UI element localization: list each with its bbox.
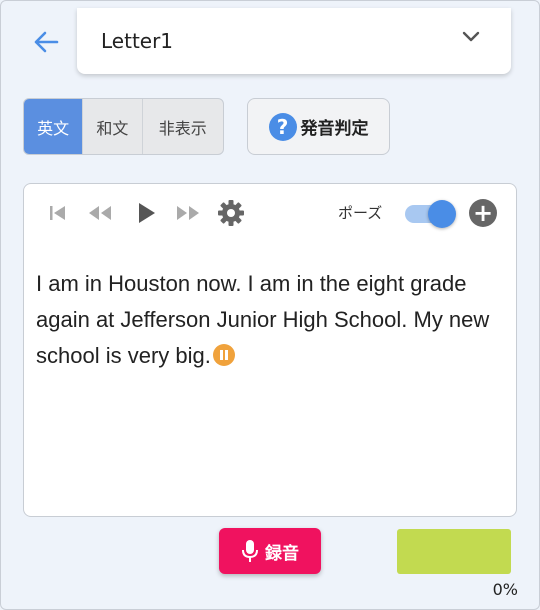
- pause-marker-icon[interactable]: [212, 344, 235, 366]
- score-bar: [397, 529, 511, 574]
- player-toolbar: ポーズ +: [24, 184, 516, 242]
- pause-toggle[interactable]: [405, 200, 457, 228]
- passage-card: ポーズ + I am in Houston now. I am in the e…: [23, 183, 517, 517]
- record-button[interactable]: 録音: [219, 528, 321, 574]
- score-percent: 0%: [492, 580, 518, 599]
- lesson-select[interactable]: Letter1: [77, 8, 511, 74]
- passage-text: I am in Houston now. I am in the eight g…: [36, 271, 490, 368]
- display-mode-toggle: 英文 和文 非表示: [23, 98, 224, 155]
- mic-icon: [242, 540, 258, 562]
- judge-label: 発音判定: [300, 119, 369, 139]
- arrow-left-icon: [34, 31, 59, 53]
- passage-text-block: I am in Houston now. I am in the eight g…: [36, 266, 506, 374]
- mode-hidden-button[interactable]: 非表示: [143, 99, 223, 154]
- pronunciation-judge-button[interactable]: ? 発音判定: [247, 98, 390, 155]
- record-label: 録音: [265, 543, 299, 564]
- play-icon[interactable]: [135, 201, 157, 225]
- pause-label: ポーズ: [338, 204, 383, 222]
- pause-toggle-knob: [428, 200, 456, 228]
- skip-start-icon[interactable]: [48, 203, 68, 223]
- mode-english-button[interactable]: 英文: [24, 99, 84, 154]
- lesson-title: Letter1: [101, 29, 174, 53]
- gear-icon[interactable]: [216, 198, 246, 228]
- back-button[interactable]: [28, 24, 64, 60]
- plus-circle-icon[interactable]: +: [469, 199, 497, 227]
- chevron-down-icon: [462, 31, 480, 42]
- question-circle-icon: ?: [268, 112, 297, 141]
- rewind-icon[interactable]: [86, 203, 114, 223]
- fast-forward-icon[interactable]: [174, 203, 202, 223]
- mode-japanese-button[interactable]: 和文: [83, 99, 143, 154]
